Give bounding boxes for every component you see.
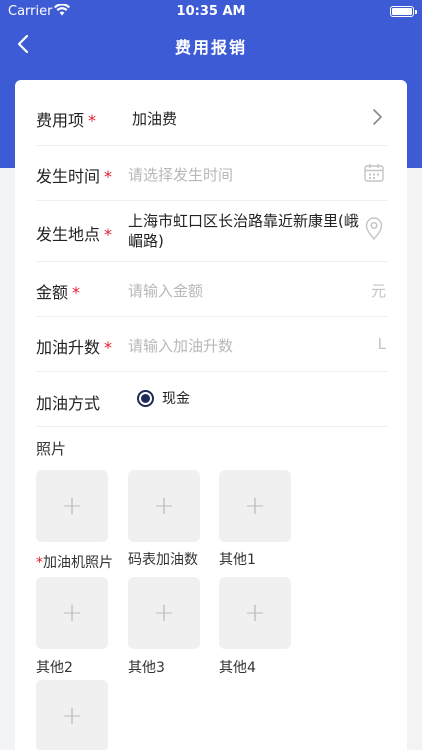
amount-label: 金额 * [36, 283, 81, 302]
plus-icon: + [153, 598, 175, 628]
photo-label-6: 其他4 [219, 660, 256, 676]
page-title: 费用报销 [174, 38, 247, 57]
expense-item-label: 费用项 * [36, 111, 97, 130]
location-pin-icon [365, 217, 383, 240]
photo-upload-6[interactable]: + [219, 577, 291, 649]
status-bar: Carrier 10:35 AM [0, 0, 422, 24]
photo-label-5: 其他3 [128, 660, 165, 676]
plus-icon: + [244, 598, 266, 628]
navigation-bar: 费用报销 [0, 24, 422, 64]
plus-icon: + [153, 491, 175, 521]
expense-form-card: 费用项 * 加油费 发生时间 * 请选择发生时间 发生地点 * 上海市虹口区长治路靠近… [15, 80, 407, 750]
occur-time-placeholder: 请选择发生时间 [128, 166, 234, 184]
occur-place-row[interactable]: 发生地点 * 上海市虹口区长治路靠近新康里(峨嵋路) [36, 201, 388, 262]
occur-time-label: 发生时间 * [36, 167, 113, 186]
liters-label: 加油升数 * [36, 338, 113, 357]
payment-row: 加油方式 现金 [36, 372, 388, 427]
payment-radio-cash[interactable]: 现金 [137, 388, 190, 408]
photo-label-3: 其他1 [219, 552, 256, 568]
expense-item-value: 加油费 [132, 110, 178, 128]
photos-title: 照片 [36, 440, 67, 458]
amount-row: 金额 * 请输入金额 元 [36, 262, 388, 317]
amount-input[interactable]: 请输入金额 [128, 280, 203, 301]
liters-row: 加油升数 * 请输入加油升数 L [36, 317, 388, 372]
photo-upload-4[interactable]: + [36, 577, 108, 649]
photo-label-4: 其他2 [36, 660, 73, 676]
payment-label: 加油方式 [36, 394, 101, 413]
photo-upload-5[interactable]: + [128, 577, 200, 649]
occur-time-row[interactable]: 发生时间 * 请选择发生时间 [36, 146, 388, 201]
photo-upload-3[interactable]: + [219, 470, 291, 542]
photo-label-1: *加油机照片 [36, 555, 113, 571]
liters-input[interactable]: 请输入加油升数 [128, 335, 233, 356]
plus-icon: + [61, 701, 83, 731]
occur-place-value: 上海市虹口区长治路靠近新康里(峨嵋路) [128, 212, 359, 250]
plus-icon: + [61, 598, 83, 628]
liters-unit: L [377, 335, 386, 353]
photo-upload-7[interactable]: + [36, 680, 108, 750]
status-time: 10:35 AM [176, 4, 246, 19]
expense-item-row[interactable]: 费用项 * 加油费 [36, 80, 388, 146]
plus-icon: + [244, 491, 266, 521]
photo-upload-1[interactable]: + [36, 470, 108, 542]
battery-icon [390, 6, 417, 17]
photo-label-2: 码表加油数 [128, 552, 198, 568]
calendar-icon [364, 164, 384, 182]
radio-selected-icon [137, 389, 154, 407]
amount-unit: 元 [370, 282, 386, 300]
occur-place-label: 发生地点 * [36, 225, 113, 244]
photo-upload-2[interactable]: + [128, 470, 200, 542]
payment-option-label: 现金 [162, 391, 190, 407]
chevron-right-icon [373, 109, 382, 125]
plus-icon: + [61, 491, 83, 521]
